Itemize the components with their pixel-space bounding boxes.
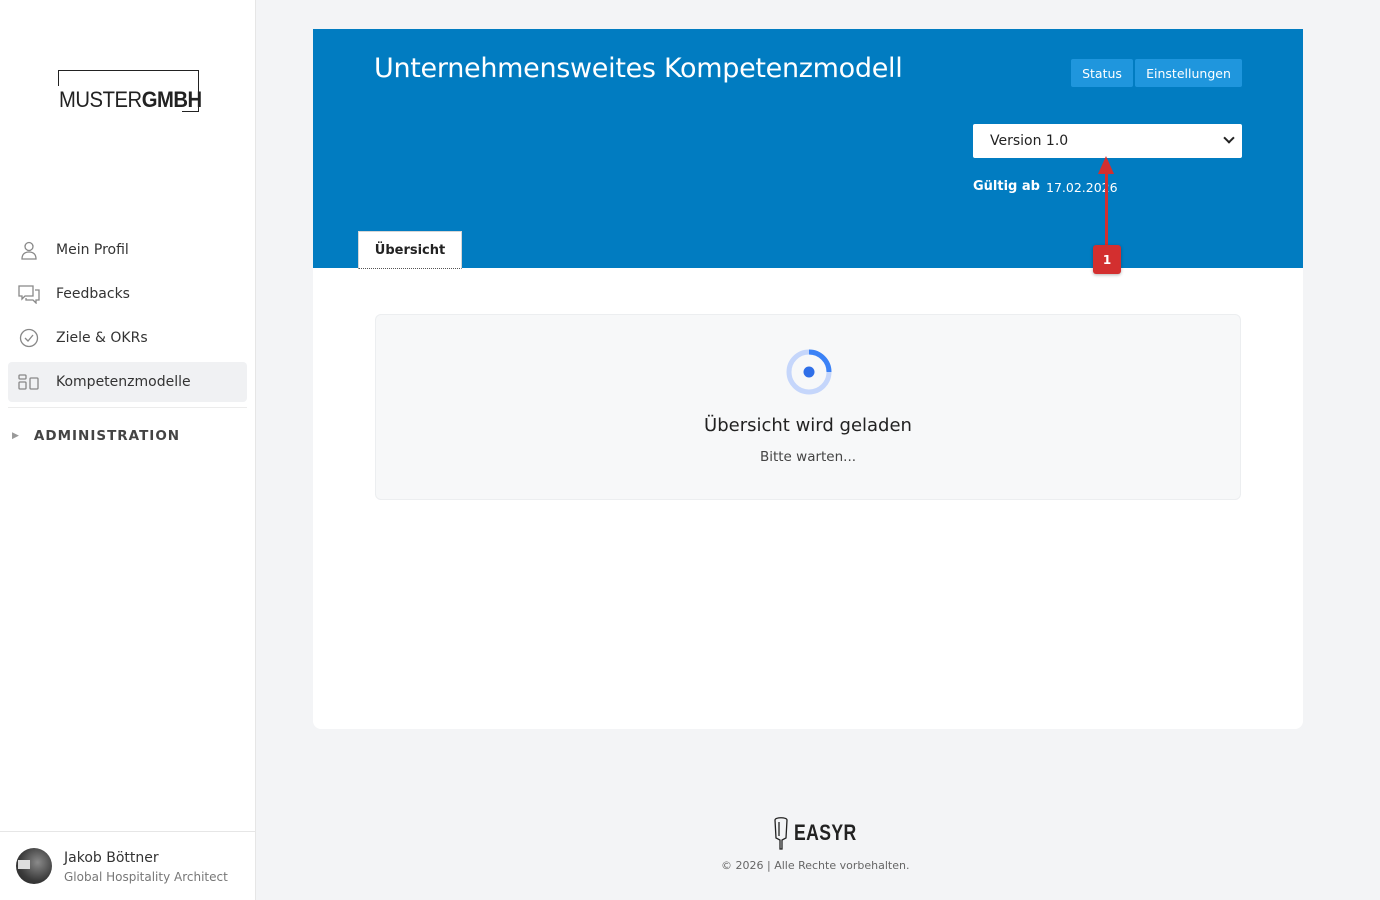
- valid-from-label: Gültig ab: [973, 179, 1040, 194]
- annotation-badge: 1: [1093, 245, 1121, 274]
- version-select[interactable]: Version 1.0: [973, 124, 1242, 158]
- user-role: Global Hospitality Architect: [64, 870, 228, 884]
- annotation-arrow-line: [1105, 172, 1108, 245]
- chevron-down-icon: [1223, 132, 1235, 144]
- chat-icon: [18, 283, 40, 305]
- footer-logo[interactable]: EASYR: [772, 816, 872, 850]
- loading-panel: Übersicht wird geladen Bitte warten...: [375, 314, 1241, 500]
- copyright: © 2026 | Alle Rechte vorbehalten.: [721, 859, 910, 872]
- main-card: Unternehmensweites Kompetenzmodell Statu…: [313, 29, 1303, 729]
- page-header: Unternehmensweites Kompetenzmodell Statu…: [313, 29, 1303, 269]
- user-name: Jakob Böttner: [64, 850, 159, 866]
- company-logo[interactable]: MUSTERGMBH: [58, 70, 202, 112]
- avatar: [16, 848, 52, 884]
- footer-logo-text: EASYR: [794, 820, 857, 845]
- sidebar-item-ziele-okrs[interactable]: Ziele & OKRs: [8, 318, 247, 358]
- spinner-icon: [786, 349, 832, 395]
- page-title: Unternehmensweites Kompetenzmodell: [374, 53, 903, 84]
- sidebar-item-mein-profil[interactable]: Mein Profil: [8, 230, 247, 270]
- loading-subtitle: Bitte warten...: [759, 449, 857, 465]
- model-icon: [18, 371, 40, 393]
- administration-label: ADMINISTRATION: [33, 428, 181, 444]
- tab-uebersicht[interactable]: Übersicht: [358, 231, 462, 269]
- sidebar-item-label: Ziele & OKRs: [56, 330, 148, 346]
- check-circle-icon: [18, 327, 40, 349]
- user-icon: [18, 239, 40, 261]
- status-button[interactable]: Status: [1071, 59, 1133, 87]
- nav-divider: [8, 407, 247, 408]
- sidebar-item-label: Feedbacks: [56, 286, 130, 302]
- easyr-icon: [774, 817, 788, 850]
- sidebar-nav: Mein Profil Feedbacks Ziele & OKRs Kompe…: [8, 230, 247, 406]
- triangle-right-icon: ▶: [12, 431, 20, 441]
- sidebar-item-feedbacks[interactable]: Feedbacks: [8, 274, 247, 314]
- sidebar: MUSTERGMBH Mein Profil Feedbacks Ziele &…: [0, 0, 256, 900]
- settings-button[interactable]: Einstellungen: [1135, 59, 1242, 87]
- sidebar-item-label: Mein Profil: [56, 242, 129, 258]
- user-profile[interactable]: Jakob Böttner Global Hospitality Archite…: [0, 831, 255, 900]
- administration-toggle[interactable]: ▶ ADMINISTRATION: [12, 428, 180, 444]
- version-select-value: Version 1.0: [990, 133, 1069, 149]
- loading-title: Übersicht wird geladen: [704, 415, 912, 436]
- sidebar-item-kompetenzmodelle[interactable]: Kompetenzmodelle: [8, 362, 247, 402]
- annotation-arrow-head: [1098, 156, 1114, 174]
- sidebar-item-label: Kompetenzmodelle: [56, 374, 191, 390]
